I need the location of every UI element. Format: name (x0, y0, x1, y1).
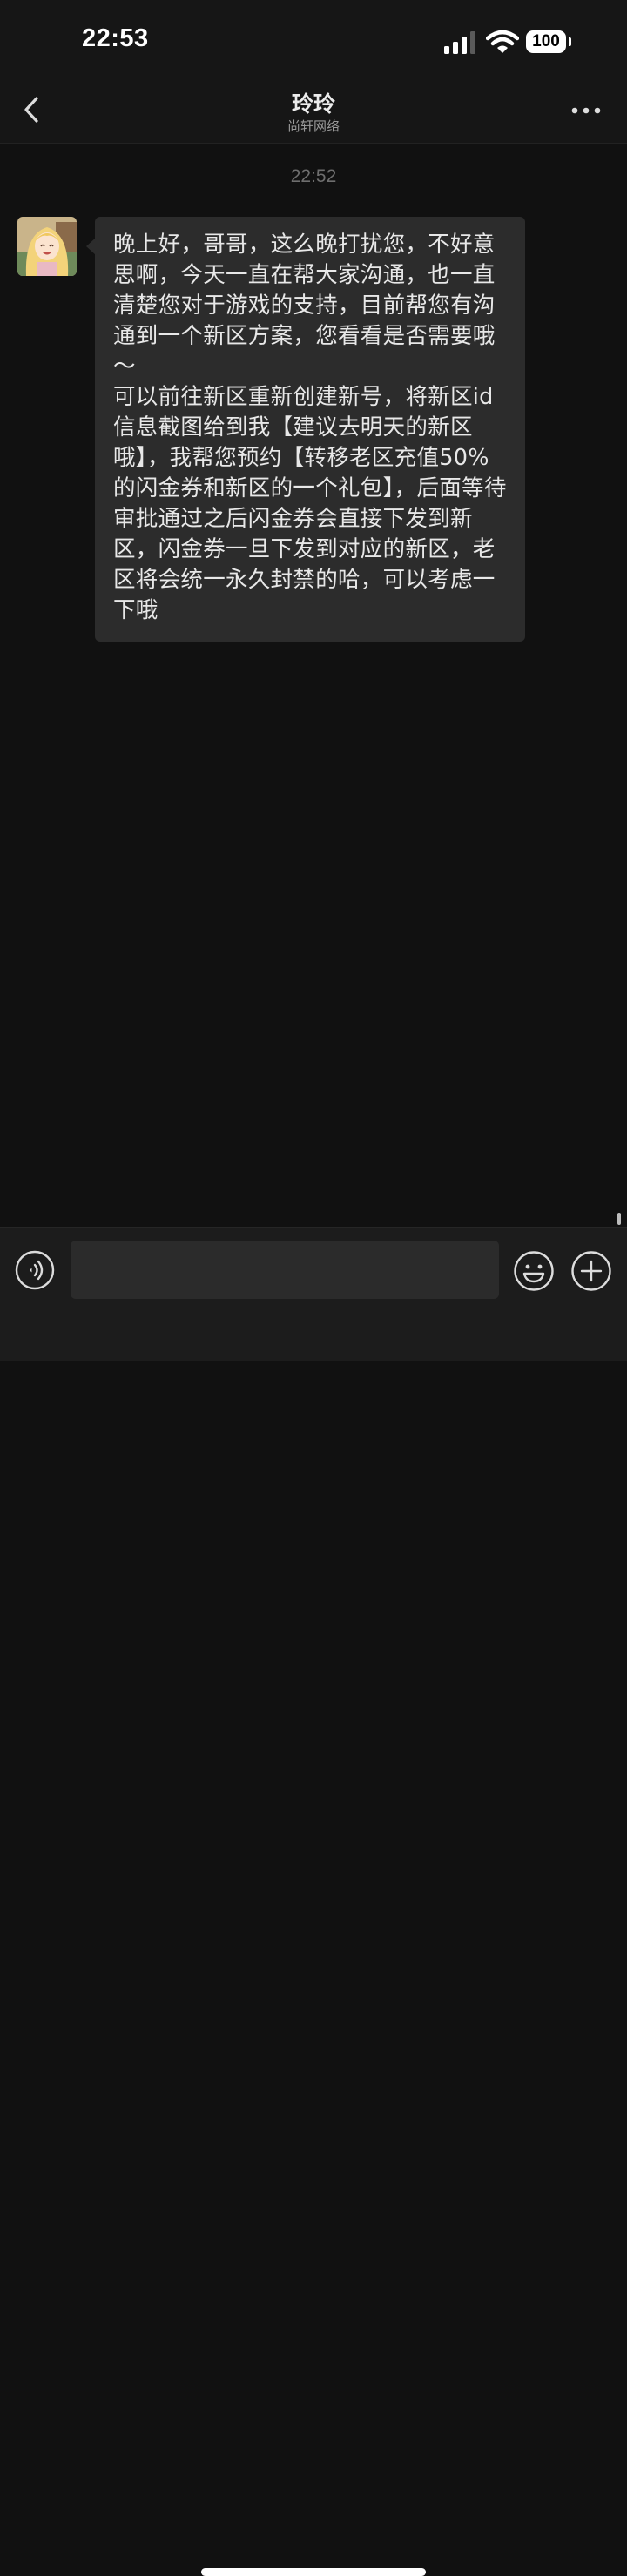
status-bar: 22:53 100 (0, 0, 627, 78)
input-bar (0, 1227, 627, 2576)
scrollbar[interactable] (617, 1213, 621, 1225)
chat-header: 玲玲 尚轩网络 (0, 78, 627, 144)
battery-indicator: 100 (526, 30, 571, 53)
plus-circle-icon[interactable] (570, 1250, 612, 1292)
chat-message-list[interactable]: 22:52 晚上好，哥哥，这么晚打扰您，不好意思啊，今天一直在帮大家沟通，也一直… (0, 144, 627, 1227)
message-bubble[interactable]: 晚上好，哥哥，这么晚打扰您，不好意思啊，今天一直在帮大家沟通，也一直清楚您对于游… (95, 217, 525, 642)
avatar-image (17, 217, 77, 276)
signal-icon (444, 31, 475, 54)
contact-name: 玲玲 (291, 91, 335, 117)
contact-subtitle: 尚轩网络 (287, 118, 340, 134)
wifi-icon (486, 30, 519, 53)
status-time: 22:53 (82, 24, 149, 52)
emoji-icon[interactable] (513, 1250, 555, 1292)
message-timestamp: 22:52 (290, 166, 337, 186)
battery-level: 100 (526, 30, 566, 53)
voice-icon[interactable] (15, 1250, 55, 1290)
avatar[interactable] (17, 217, 77, 276)
home-indicator[interactable] (201, 2568, 426, 2576)
battery-cap (569, 37, 571, 46)
message-input[interactable] (71, 1241, 499, 1299)
more-dots-icon[interactable] (568, 96, 606, 125)
